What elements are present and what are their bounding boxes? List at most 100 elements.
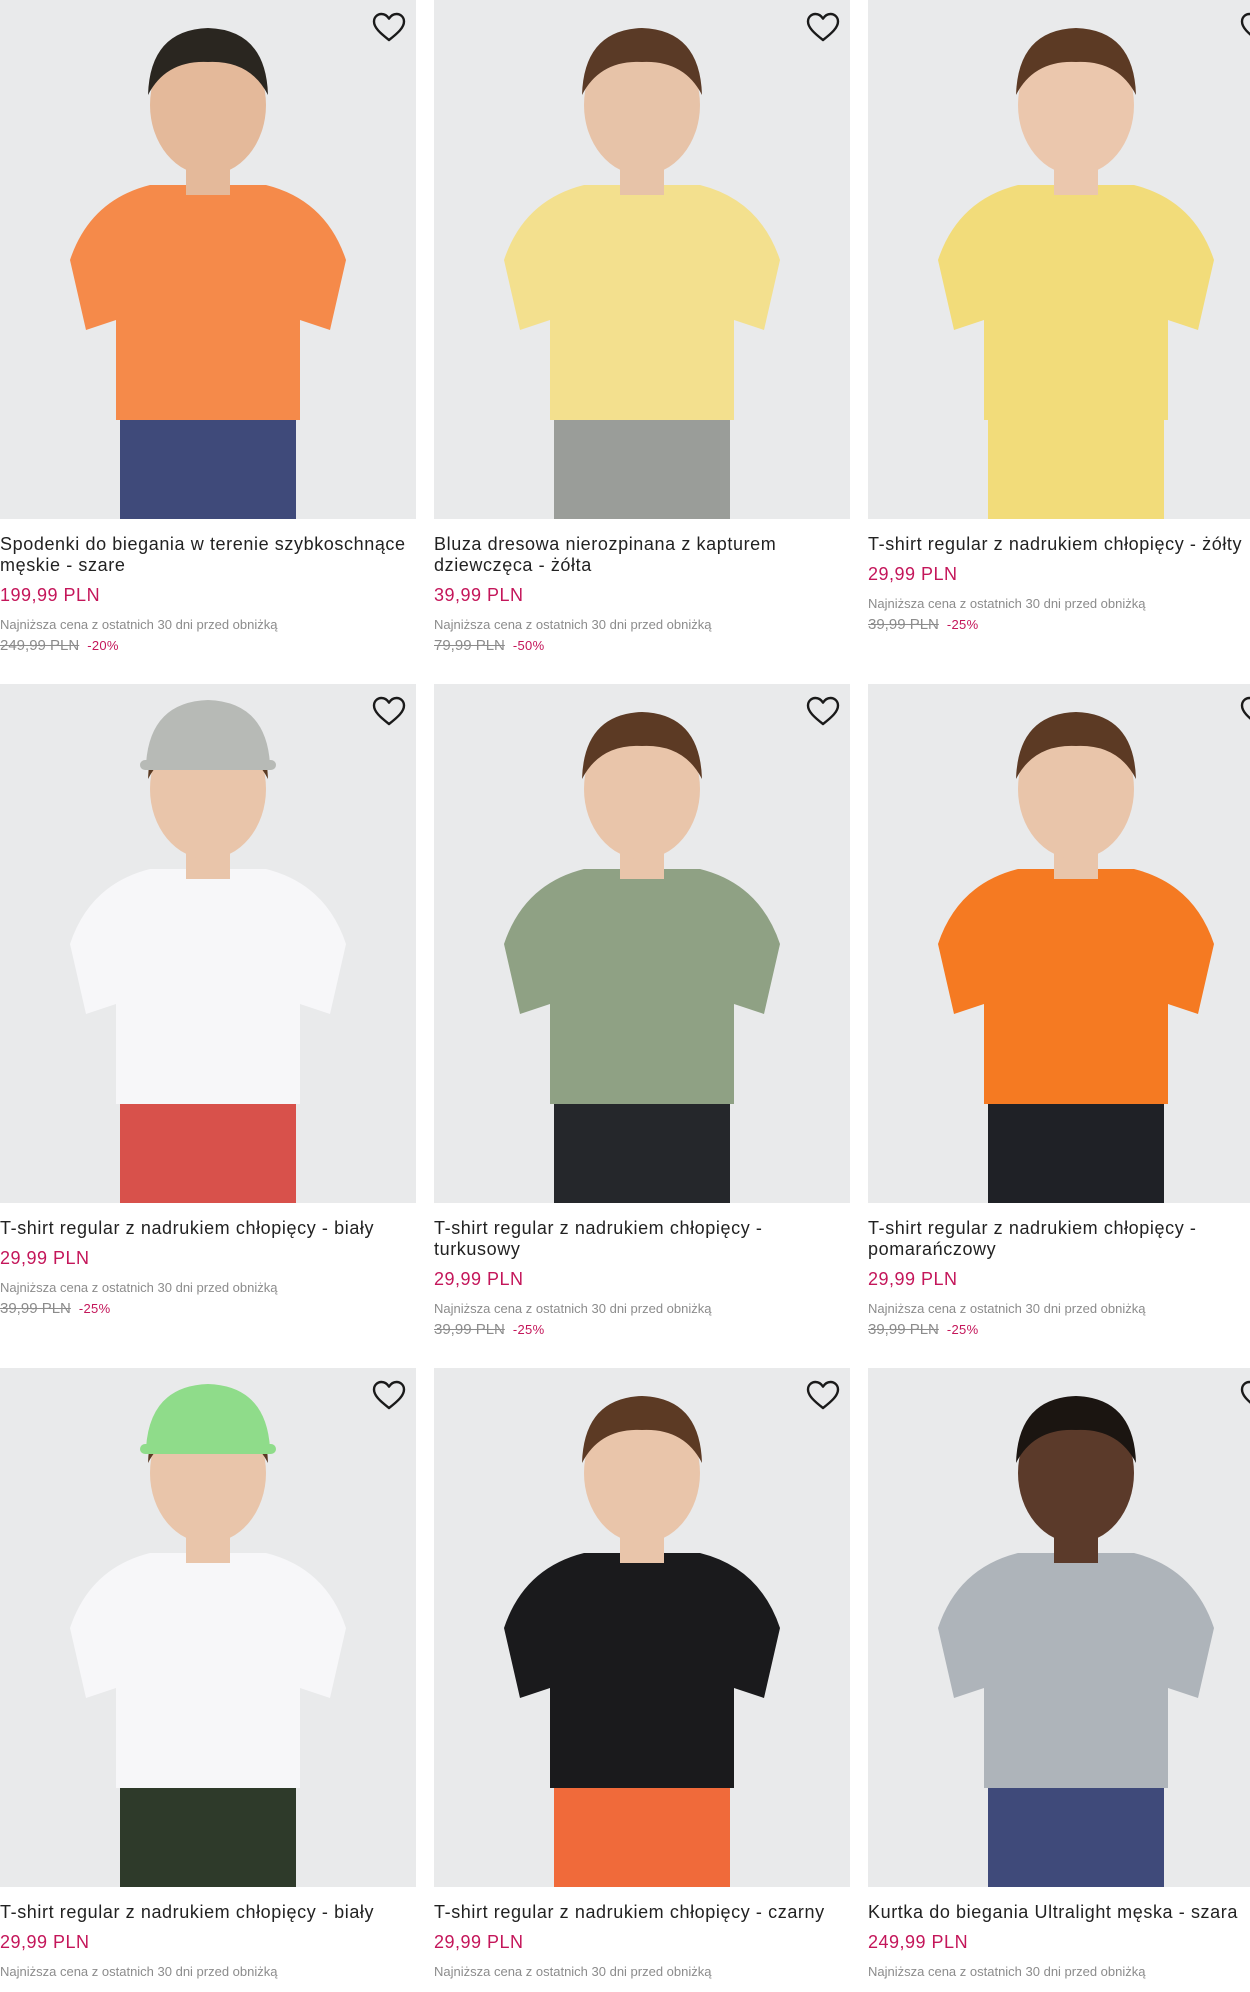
product-info: T-shirt regular z nadrukiem chłopięcy - … — [0, 1203, 416, 1317]
old-price: 79,99 PLN — [434, 637, 505, 654]
heart-outline-icon — [806, 696, 840, 726]
product-card[interactable]: T-shirt regular z nadrukiem chłopięcy - … — [868, 684, 1250, 1338]
product-price: 199,99 PLN — [0, 585, 101, 605]
lowest-price-note: Najniższa cena z ostatnich 30 dni przed … — [434, 1964, 712, 1979]
old-price-row: 39,99 PLN -25% — [434, 1322, 850, 1338]
old-price: 39,99 PLN — [0, 1300, 71, 1317]
product-photo — [504, 712, 780, 1203]
product-price: 29,99 PLN — [868, 564, 958, 584]
product-grid: Spodenki do biegania w terenie szybkosch… — [0, 0, 1250, 1992]
lowest-price-note: Najniższa cena z ostatnich 30 dni przed … — [434, 1301, 712, 1316]
old-price-row: 79,99 PLN -50% — [434, 638, 850, 654]
product-title[interactable]: T-shirt regular z nadrukiem chłopięcy - … — [0, 1902, 416, 1923]
favorite-button[interactable] — [1238, 8, 1250, 46]
lowest-price-note: Najniższa cena z ostatnich 30 dni przed … — [0, 617, 278, 632]
old-price-row: 39,99 PLN -25% — [868, 1322, 1250, 1338]
product-info: Bluza dresowa nierozpinana z kapturem dz… — [434, 519, 850, 654]
lowest-price-note: Najniższa cena z ostatnich 30 dni przed … — [0, 1964, 278, 1979]
old-price-row: 249,99 PLN -20% — [0, 638, 416, 654]
product-info: Kurtka do biegania Ultralight męska - sz… — [868, 1887, 1250, 1980]
product-info: T-shirt regular z nadrukiem chłopięcy - … — [868, 1203, 1250, 1338]
product-image[interactable] — [434, 1368, 850, 1887]
product-card[interactable]: T-shirt regular z nadrukiem chłopięcy - … — [868, 0, 1250, 633]
heart-outline-icon — [1240, 1380, 1250, 1404]
product-info: Spodenki do biegania w terenie szybkosch… — [0, 519, 416, 654]
product-image[interactable] — [868, 1368, 1250, 1887]
product-photo — [938, 712, 1214, 1203]
heart-outline-icon — [372, 12, 406, 42]
product-image[interactable] — [434, 684, 850, 1203]
heart-outline-icon — [1240, 12, 1250, 36]
lowest-price-note: Najniższa cena z ostatnich 30 dni przed … — [0, 1280, 278, 1295]
product-info: T-shirt regular z nadrukiem chłopięcy - … — [868, 519, 1250, 633]
product-title[interactable]: T-shirt regular z nadrukiem chłopięcy - … — [868, 1218, 1250, 1260]
product-info: T-shirt regular z nadrukiem chłopięcy - … — [434, 1203, 850, 1338]
heart-outline-icon — [372, 696, 406, 726]
product-photo — [938, 28, 1214, 519]
discount-badge: -25% — [946, 617, 979, 632]
favorite-button[interactable] — [370, 8, 408, 46]
discount-badge: -50% — [512, 638, 545, 653]
product-card[interactable]: T-shirt regular z nadrukiem chłopięcy - … — [0, 684, 416, 1317]
product-price: 249,99 PLN — [868, 1932, 969, 1952]
product-info: T-shirt regular z nadrukiem chłopięcy - … — [434, 1887, 850, 1980]
heart-outline-icon — [372, 1380, 406, 1410]
product-card[interactable]: Spodenki do biegania w terenie szybkosch… — [0, 0, 416, 654]
product-image[interactable] — [868, 0, 1250, 519]
discount-badge: -25% — [78, 1301, 111, 1316]
old-price: 39,99 PLN — [434, 1321, 505, 1338]
heart-outline-icon — [1240, 696, 1250, 720]
product-title[interactable]: T-shirt regular z nadrukiem chłopięcy - … — [434, 1218, 850, 1260]
product-title[interactable]: T-shirt regular z nadrukiem chłopięcy - … — [0, 1218, 416, 1239]
favorite-button[interactable] — [370, 692, 408, 730]
favorite-button[interactable] — [804, 8, 842, 46]
product-price: 29,99 PLN — [434, 1932, 524, 1952]
favorite-button[interactable] — [804, 692, 842, 730]
product-image[interactable] — [868, 684, 1250, 1203]
product-title[interactable]: T-shirt regular z nadrukiem chłopięcy - … — [434, 1902, 850, 1923]
product-image[interactable] — [434, 0, 850, 519]
product-title[interactable]: T-shirt regular z nadrukiem chłopięcy - … — [868, 534, 1250, 555]
product-image[interactable] — [0, 0, 416, 519]
favorite-button[interactable] — [804, 1376, 842, 1414]
product-card[interactable]: Bluza dresowa nierozpinana z kapturem dz… — [434, 0, 850, 654]
product-price: 29,99 PLN — [434, 1269, 524, 1289]
old-price: 39,99 PLN — [868, 616, 939, 633]
old-price-row: 39,99 PLN -25% — [868, 617, 1250, 633]
lowest-price-note: Najniższa cena z ostatnich 30 dni przed … — [868, 596, 1146, 611]
product-photo — [504, 28, 780, 519]
product-price: 39,99 PLN — [434, 585, 524, 605]
product-photo — [938, 1396, 1214, 1887]
product-card[interactable]: Kurtka do biegania Ultralight męska - sz… — [868, 1368, 1250, 1980]
heart-outline-icon — [806, 1380, 840, 1410]
lowest-price-note: Najniższa cena z ostatnich 30 dni przed … — [868, 1964, 1146, 1979]
product-photo — [70, 1384, 346, 1887]
favorite-button[interactable] — [1238, 692, 1250, 730]
product-photo — [504, 1396, 780, 1887]
heart-outline-icon — [806, 12, 840, 42]
old-price: 39,99 PLN — [868, 1321, 939, 1338]
lowest-price-note: Najniższa cena z ostatnich 30 dni przed … — [868, 1301, 1146, 1316]
old-price-row: 39,99 PLN -25% — [0, 1301, 416, 1317]
discount-badge: -20% — [87, 638, 119, 653]
product-photo — [70, 28, 346, 519]
product-price: 29,99 PLN — [868, 1269, 958, 1289]
product-photo — [70, 700, 346, 1203]
product-image[interactable] — [0, 684, 416, 1203]
product-info: T-shirt regular z nadrukiem chłopięcy - … — [0, 1887, 416, 1980]
old-price: 249,99 PLN — [0, 637, 80, 654]
product-title[interactable]: Spodenki do biegania w terenie szybkosch… — [0, 534, 416, 576]
product-title[interactable]: Kurtka do biegania Ultralight męska - sz… — [868, 1902, 1250, 1923]
product-card[interactable]: T-shirt regular z nadrukiem chłopięcy - … — [434, 684, 850, 1338]
product-title[interactable]: Bluza dresowa nierozpinana z kapturem dz… — [434, 534, 850, 576]
favorite-button[interactable] — [1238, 1376, 1250, 1414]
product-image[interactable] — [0, 1368, 416, 1887]
product-card[interactable]: T-shirt regular z nadrukiem chłopięcy - … — [0, 1368, 416, 1980]
favorite-button[interactable] — [370, 1376, 408, 1414]
product-price: 29,99 PLN — [0, 1932, 90, 1952]
product-price: 29,99 PLN — [0, 1248, 90, 1268]
discount-badge: -25% — [512, 1322, 545, 1337]
lowest-price-note: Najniższa cena z ostatnich 30 dni przed … — [434, 617, 712, 632]
product-card[interactable]: T-shirt regular z nadrukiem chłopięcy - … — [434, 1368, 850, 1980]
discount-badge: -25% — [946, 1322, 979, 1337]
